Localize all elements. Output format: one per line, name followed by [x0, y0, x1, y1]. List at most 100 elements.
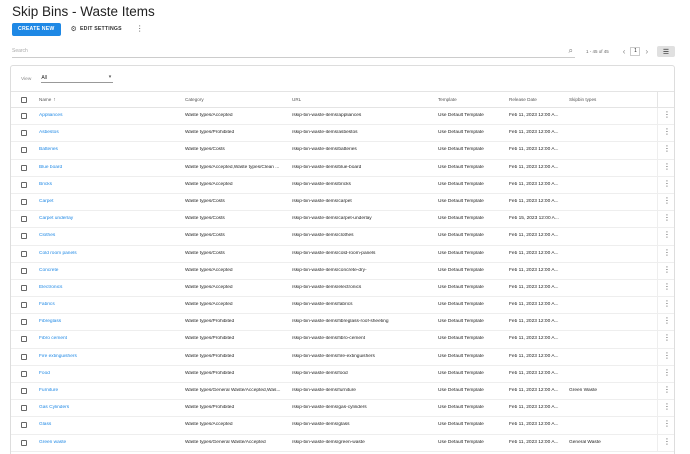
table-row[interactable]: Bricks Waste types/Accepted/skip-bin-wast… — [11, 176, 674, 194]
row-more-icon[interactable]: ⋮ — [663, 196, 671, 205]
table-row[interactable]: Gas Cylinders Waste types/Prohibited/skip… — [11, 400, 674, 418]
view-filter-select[interactable]: All ▾ — [41, 74, 114, 83]
column-header-category[interactable]: Category — [185, 97, 204, 102]
row-name-link[interactable]: Glass — [39, 422, 179, 427]
row-more-icon[interactable]: ⋮ — [663, 162, 671, 171]
table-row[interactable]: Carpet Waste types/Costs/skip-bin-waste-i… — [11, 193, 674, 212]
chevron-right-icon[interactable]: › — [645, 47, 648, 56]
row-name-link[interactable]: Cold room panels — [39, 251, 179, 256]
row-checkbox[interactable] — [21, 198, 27, 205]
create-new-button[interactable]: CREATE NEW — [12, 22, 61, 36]
row-more-icon[interactable]: ⋮ — [663, 334, 671, 342]
row-name-link[interactable]: Fire extinguishers — [39, 354, 179, 359]
row-name-link[interactable]: Gas Cylinders — [39, 405, 179, 410]
row-checkbox[interactable] — [21, 147, 27, 154]
column-header-template[interactable]: Template — [438, 97, 457, 102]
table-row[interactable]: Fibreglass Waste types/Prohibited/skip-bi… — [11, 314, 674, 332]
row-checkbox[interactable] — [21, 336, 27, 343]
row-more-icon[interactable]: ⋮ — [663, 386, 671, 394]
table-row[interactable]: Clothes Waste types/Costs/skip-bin-waste-… — [11, 228, 674, 246]
row-checkbox[interactable] — [21, 130, 27, 137]
row-more-icon[interactable]: ⋮ — [663, 145, 671, 153]
table-row[interactable]: Food Waste types/Prohibited/skip-bin-wast… — [11, 365, 674, 383]
table-row[interactable]: Cold room panels Waste types/Costs/skip-b… — [11, 245, 674, 263]
table-row[interactable]: Appliances Waste types/Accepted/skip-bin-… — [11, 108, 674, 126]
row-more-icon[interactable]: ⋮ — [663, 111, 671, 119]
table-row[interactable]: Fibro cement Waste types/Prohibited/skip-… — [11, 331, 674, 349]
row-checkbox[interactable] — [21, 353, 27, 360]
table-row[interactable]: Fabrics Waste types/Accepted/skip-bin-was… — [11, 297, 674, 315]
search-icon[interactable]: ⌕ — [569, 46, 573, 56]
row-checkbox[interactable] — [21, 319, 27, 326]
table-row[interactable]: Electronics Waste types/Accepted/skip-bin… — [11, 279, 674, 298]
edit-settings-button[interactable]: ⚙ EDIT SETTINGS — [71, 25, 122, 33]
row-checkbox[interactable] — [21, 302, 27, 309]
row-checkbox[interactable] — [21, 113, 27, 119]
row-more-icon[interactable]: ⋮ — [663, 300, 671, 308]
row-checkbox[interactable] — [21, 164, 27, 171]
table-row[interactable]: Asbestos Waste types/Prohibited/skip-bin-… — [11, 125, 674, 143]
column-header-release-date[interactable]: Release Date — [509, 97, 537, 102]
row-more-icon[interactable]: ⋮ — [663, 128, 671, 136]
row-name-link[interactable]: Food — [39, 371, 179, 376]
row-more-icon[interactable]: ⋮ — [663, 368, 671, 377]
row-name-link[interactable]: Clothes — [39, 233, 179, 238]
row-name-link[interactable]: Concrete — [39, 268, 179, 273]
row-name-link[interactable]: Fabrics — [39, 302, 179, 307]
select-all-checkbox[interactable] — [21, 97, 27, 103]
row-checkbox[interactable] — [21, 181, 27, 188]
table-row[interactable]: Green waste Waste types/General Waste/Acc… — [11, 434, 674, 452]
row-checkbox[interactable] — [21, 405, 27, 412]
table-row[interactable]: Batteries Waste types/Costs/skip-bin-wast… — [11, 142, 674, 160]
row-name-link[interactable]: Batteries — [39, 147, 179, 152]
row-more-icon[interactable]: ⋮ — [663, 231, 671, 239]
row-checkbox[interactable] — [21, 250, 27, 257]
row-name-link[interactable]: Furniture — [39, 388, 179, 393]
row-name-link[interactable]: Asbestos — [39, 130, 179, 135]
row-name-link[interactable]: Electronics — [39, 285, 179, 290]
more-options-icon[interactable]: ⋮ — [136, 25, 144, 33]
row-name-link[interactable]: Bricks — [39, 182, 179, 187]
row-more-icon[interactable]: ⋮ — [663, 351, 671, 360]
row-more-icon[interactable]: ⋮ — [663, 403, 671, 411]
column-header-name[interactable]: Name ↑ — [39, 97, 56, 103]
column-header-skipbin-types[interactable]: Skipbin types — [569, 97, 596, 102]
table-row[interactable]: Furniture Waste types/General Waste/Accep… — [11, 383, 674, 401]
row-name-link[interactable]: Carpet — [39, 199, 179, 204]
chevron-left-icon[interactable]: ‹ — [623, 47, 626, 56]
row-checkbox[interactable] — [21, 267, 27, 274]
list-view-toggle[interactable]: ☰ — [657, 46, 675, 57]
table-row[interactable]: Glass Waste types/Accepted/skip-bin-waste… — [11, 417, 674, 435]
row-more-icon[interactable]: ⋮ — [663, 179, 671, 188]
row-category: Waste types/Costs — [185, 216, 225, 222]
row-checkbox[interactable] — [21, 216, 27, 223]
table-row[interactable]: Carpet underlay Waste types/Costs/skip-bi… — [11, 211, 674, 229]
table-row[interactable]: Concrete Waste types/Accepted/skip-bin-wa… — [11, 262, 674, 280]
row-checkbox[interactable] — [21, 439, 27, 446]
table-row[interactable]: Fire extinguishers Waste types/Prohibited… — [11, 348, 674, 366]
row-checkbox[interactable] — [21, 422, 27, 429]
row-name-link[interactable]: Fibro cement — [39, 336, 179, 341]
row-checkbox[interactable] — [21, 284, 27, 291]
row-more-icon[interactable]: ⋮ — [663, 420, 671, 428]
row-name-link[interactable]: Carpet underlay — [39, 216, 179, 221]
row-more-icon[interactable]: ⋮ — [663, 437, 671, 446]
search-input[interactable]: Search ⌕ — [12, 46, 575, 58]
row-more-icon[interactable]: ⋮ — [663, 317, 671, 325]
page-number-input[interactable]: 1 — [630, 46, 641, 56]
row-url: /skip-bin-waste-items/furniture — [292, 388, 356, 393]
column-header-url[interactable]: URL — [292, 97, 301, 102]
row-more-icon[interactable]: ⋮ — [663, 248, 671, 257]
row-checkbox[interactable] — [21, 233, 27, 240]
row-name-link[interactable]: Blue board — [39, 165, 179, 170]
row-more-icon[interactable]: ⋮ — [663, 214, 671, 222]
row-checkbox[interactable] — [21, 370, 27, 377]
sort-arrow-up-icon[interactable]: ↑ — [53, 97, 56, 103]
row-checkbox[interactable] — [21, 388, 27, 394]
row-more-icon[interactable]: ⋮ — [663, 265, 671, 274]
row-name-link[interactable]: Green waste — [39, 440, 179, 445]
row-more-icon[interactable]: ⋮ — [663, 282, 671, 291]
table-row[interactable]: Blue board Waste types/Accepted,Waste typ… — [11, 159, 674, 177]
row-name-link[interactable]: Appliances — [39, 113, 179, 118]
row-name-link[interactable]: Fibreglass — [39, 319, 179, 324]
